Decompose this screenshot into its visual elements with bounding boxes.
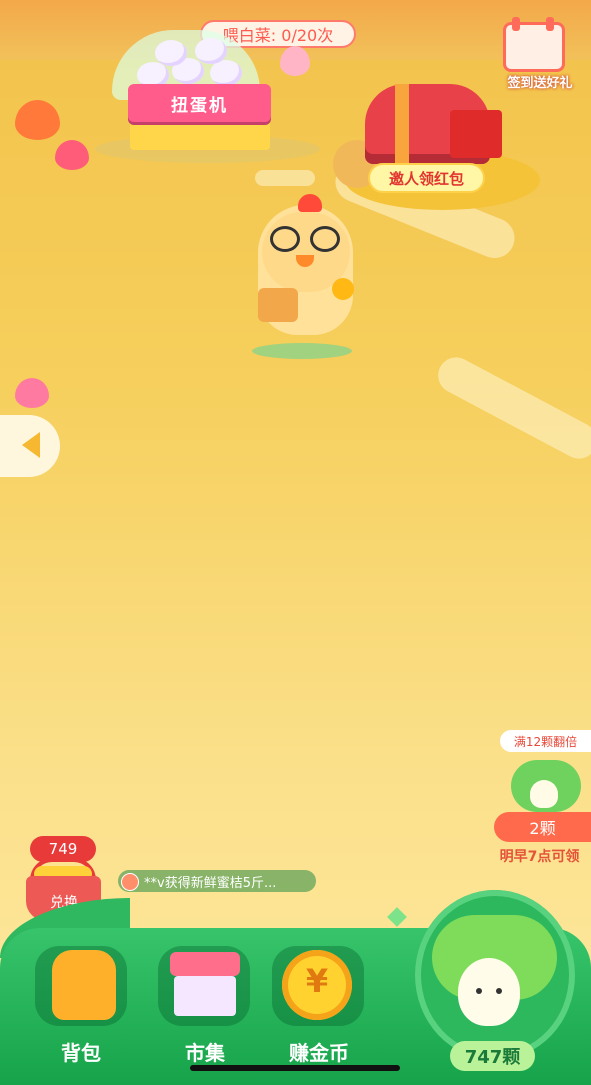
cabbage-count: 747颗 xyxy=(450,1041,535,1071)
cabbage-stem-icon xyxy=(458,958,520,1026)
backpack-icon xyxy=(52,950,116,1020)
reward-amount: 2颗 xyxy=(494,812,591,842)
comb-icon xyxy=(298,194,322,212)
invite-label: 邀人领红包 xyxy=(368,163,485,193)
glasses-icon xyxy=(270,226,300,252)
claim-time: 明早7点可领 xyxy=(499,849,580,865)
balloon-icon xyxy=(15,100,60,140)
heart-icon xyxy=(387,907,407,927)
nav-label-backpack: 背包 xyxy=(61,1041,101,1065)
arrow-left-icon xyxy=(22,432,40,458)
balloon-icon xyxy=(280,46,310,76)
egg-icon xyxy=(210,60,242,86)
double-tip: 满12颗翻倍 xyxy=(500,730,591,752)
red-envelope-icon xyxy=(450,110,502,158)
signin-label: 签到送好礼 xyxy=(507,76,573,91)
market-stall-icon xyxy=(174,976,236,1016)
avatar xyxy=(121,873,139,891)
ground-path xyxy=(255,170,315,186)
sunflower-icon xyxy=(332,278,354,300)
balloon-icon xyxy=(55,140,89,170)
nav-label-earn: 赚金币 xyxy=(289,1041,349,1065)
basket-icon xyxy=(258,288,298,322)
nav-label-market: 市集 xyxy=(185,1041,225,1065)
eye-icon xyxy=(496,988,502,994)
chest-band xyxy=(395,84,409,164)
pet-shadow xyxy=(252,343,352,359)
activity-ticker: **v获得新鲜蜜桔5斤... xyxy=(118,870,316,892)
heart-icon xyxy=(15,378,49,408)
ground-path xyxy=(431,351,591,465)
egg-icon xyxy=(155,40,187,66)
market-awning xyxy=(170,952,240,976)
gacha-sign: 扭蛋机 xyxy=(128,84,271,122)
egg-icon xyxy=(195,38,227,64)
glasses-icon xyxy=(310,226,340,252)
cabbage-stem xyxy=(530,780,558,808)
eye-icon xyxy=(476,988,482,994)
home-indicator[interactable] xyxy=(190,1065,400,1071)
calendar-icon xyxy=(503,17,565,72)
yuan-symbol: ¥ xyxy=(305,962,329,1000)
